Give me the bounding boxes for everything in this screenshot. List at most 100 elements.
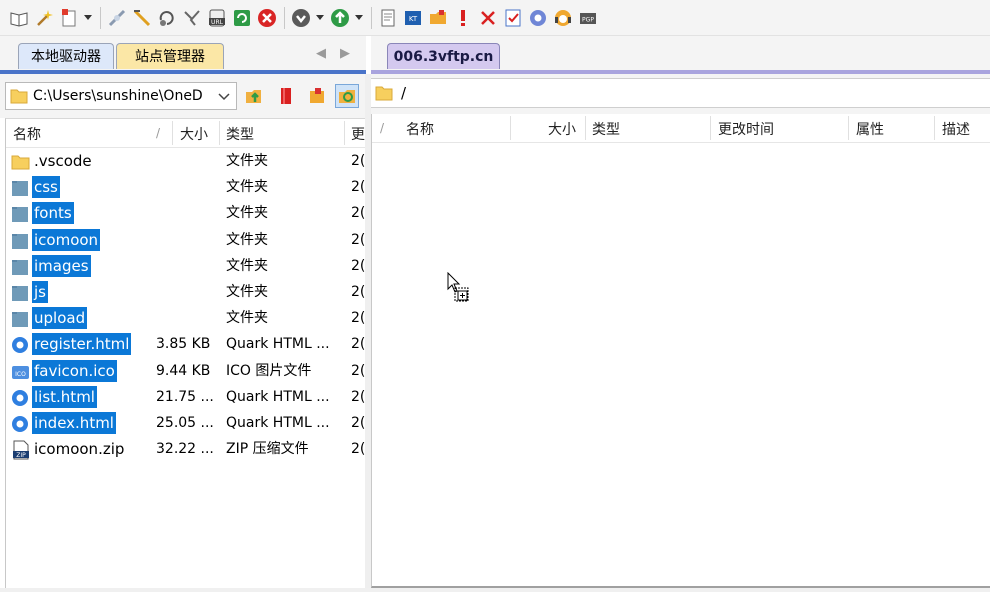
bookmark-icon	[281, 88, 291, 104]
column-header-size[interactable]: 大小	[180, 124, 208, 144]
file-row[interactable]: index.html 25.05 ... Quark HTML ... 2(	[6, 410, 366, 436]
column-divider[interactable]	[219, 121, 220, 145]
file-type: 文件夹	[226, 310, 268, 327]
bookmark-button[interactable]	[274, 84, 298, 108]
column-header-attributes[interactable]: 属性	[856, 119, 884, 139]
tab-local-drive[interactable]: 本地驱动器	[18, 43, 114, 69]
file-row[interactable]: js 文件夹 2(	[6, 279, 366, 305]
column-header-name[interactable]: 名称	[406, 119, 434, 139]
folder-icon[interactable]	[427, 7, 449, 29]
folder-icon	[11, 152, 31, 170]
tab-scroll-arrows: ◀ ▶	[316, 46, 350, 61]
file-type: Quark HTML ...	[226, 388, 330, 405]
sort-indicator-icon: /	[156, 126, 161, 140]
chevron-down-icon[interactable]	[218, 90, 230, 102]
edit-icon[interactable]	[377, 7, 399, 29]
file-size: 32.22 ...	[156, 441, 214, 458]
column-divider[interactable]	[934, 116, 935, 140]
dropdown-arrow-icon[interactable]	[83, 7, 93, 29]
file-row[interactable]: ICO favicon.ico 9.44 KB ICO 图片文件 2(	[6, 358, 366, 384]
folder-icon	[11, 178, 31, 197]
remote-path-field[interactable]: /	[371, 78, 990, 108]
folder-icon	[11, 309, 31, 328]
connect-icon[interactable]	[106, 7, 128, 29]
file-type: Quark HTML ...	[226, 336, 330, 353]
file-type: 文件夹	[226, 153, 268, 169]
column-header-type[interactable]: 类型	[592, 119, 620, 139]
tab-scroll-left-icon[interactable]: ◀	[316, 46, 326, 61]
file-type: ZIP 压缩文件	[226, 441, 309, 458]
html-file-icon	[11, 335, 31, 354]
toolbar-divider	[371, 6, 372, 29]
file-row[interactable]: .vscode 文件夹 2(	[6, 148, 366, 174]
column-header-name[interactable]: 名称	[13, 124, 41, 144]
file-row[interactable]: images 文件夹 2(	[6, 253, 366, 279]
folder-icon	[11, 204, 31, 223]
file-name: register.html	[32, 333, 132, 356]
file-name: fonts	[32, 202, 74, 225]
remote-file-list[interactable]: / 名称 大小 类型 更改时间 属性 描述	[371, 114, 990, 588]
column-divider[interactable]	[710, 116, 711, 140]
support-icon[interactable]	[552, 7, 574, 29]
file-row[interactable]: register.html 3.85 KB Quark HTML ... 2(	[6, 331, 366, 357]
pgp-icon[interactable]: PGP	[577, 7, 599, 29]
file-size: 21.75 ...	[156, 388, 214, 405]
local-path-combo[interactable]: C:\Users\sunshine\OneD	[5, 82, 237, 110]
tab-server[interactable]: 006.3vftp.cn	[387, 43, 500, 69]
compare-icon[interactable]: KT	[402, 7, 424, 29]
tab-site-manager[interactable]: 站点管理器	[116, 43, 224, 69]
dropdown-arrow-icon[interactable]	[315, 7, 325, 29]
file-date: 2(	[351, 388, 366, 405]
column-divider[interactable]	[585, 116, 586, 140]
file-row[interactable]: upload 文件夹 2(	[6, 305, 366, 331]
dropdown-arrow-icon[interactable]	[354, 7, 364, 29]
local-file-list[interactable]: 名称 / 大小 类型 更 .vscode 文件夹 2(css 文件夹 2(fonts 文件…	[5, 118, 365, 592]
settings-icon[interactable]	[527, 7, 549, 29]
disconnect-icon[interactable]	[131, 7, 153, 29]
book-icon[interactable]	[8, 7, 30, 29]
sort-indicator-icon: /	[380, 121, 385, 135]
column-divider[interactable]	[510, 116, 511, 140]
svg-text:URL: URL	[211, 19, 224, 26]
parent-folder-button[interactable]	[242, 84, 266, 108]
checklist-icon[interactable]	[502, 7, 524, 29]
file-row[interactable]: ZIP icomoon.zip 32.22 ... ZIP 压缩文件 2(	[6, 436, 366, 462]
sync-browse-button[interactable]	[335, 84, 359, 108]
file-date: 2(	[351, 415, 366, 431]
exclamation-icon[interactable]	[452, 7, 474, 29]
column-header-date[interactable]: 更	[351, 124, 365, 144]
file-type: 文件夹	[226, 205, 268, 222]
column-divider[interactable]	[344, 121, 345, 145]
refresh-icon[interactable]	[231, 7, 253, 29]
column-divider[interactable]	[848, 116, 849, 140]
remote-list-header: / 名称 大小 类型 更改时间 属性 描述	[372, 114, 990, 143]
file-size: 25.05 ...	[156, 415, 214, 431]
reconnect-icon[interactable]	[156, 7, 178, 29]
file-name: favicon.ico	[32, 359, 117, 382]
stop-icon[interactable]	[256, 7, 278, 29]
column-header-description[interactable]: 描述	[942, 119, 970, 139]
column-header-type[interactable]: 类型	[226, 124, 254, 144]
tab-scroll-right-icon[interactable]: ▶	[340, 46, 350, 61]
local-folder-button[interactable]	[305, 84, 329, 108]
queue-icon[interactable]	[290, 7, 312, 29]
url-icon[interactable]: URL	[206, 7, 228, 29]
file-row[interactable]: fonts 文件夹 2(	[6, 200, 366, 226]
column-divider[interactable]	[172, 121, 173, 145]
file-name: icomoon.zip	[34, 440, 125, 459]
go-icon[interactable]	[329, 7, 351, 29]
wand-icon[interactable]	[33, 7, 55, 29]
file-row[interactable]: css 文件夹 2(	[6, 174, 366, 200]
svg-text:KT: KT	[409, 15, 418, 23]
column-header-size[interactable]: 大小	[548, 119, 576, 139]
file-row[interactable]: list.html 21.75 ... Quark HTML ... 2(	[6, 384, 366, 410]
file-date: 2(	[351, 257, 366, 274]
file-row[interactable]: icomoon 文件夹 2(	[6, 227, 366, 253]
cross-icon[interactable]	[477, 7, 499, 29]
file-date: 2(	[351, 310, 366, 327]
abort-icon[interactable]	[181, 7, 203, 29]
new-session-icon[interactable]	[58, 7, 80, 29]
column-header-modified[interactable]: 更改时间	[718, 119, 774, 139]
svg-text:PGP: PGP	[582, 16, 594, 23]
file-size: 9.44 KB	[156, 362, 211, 379]
